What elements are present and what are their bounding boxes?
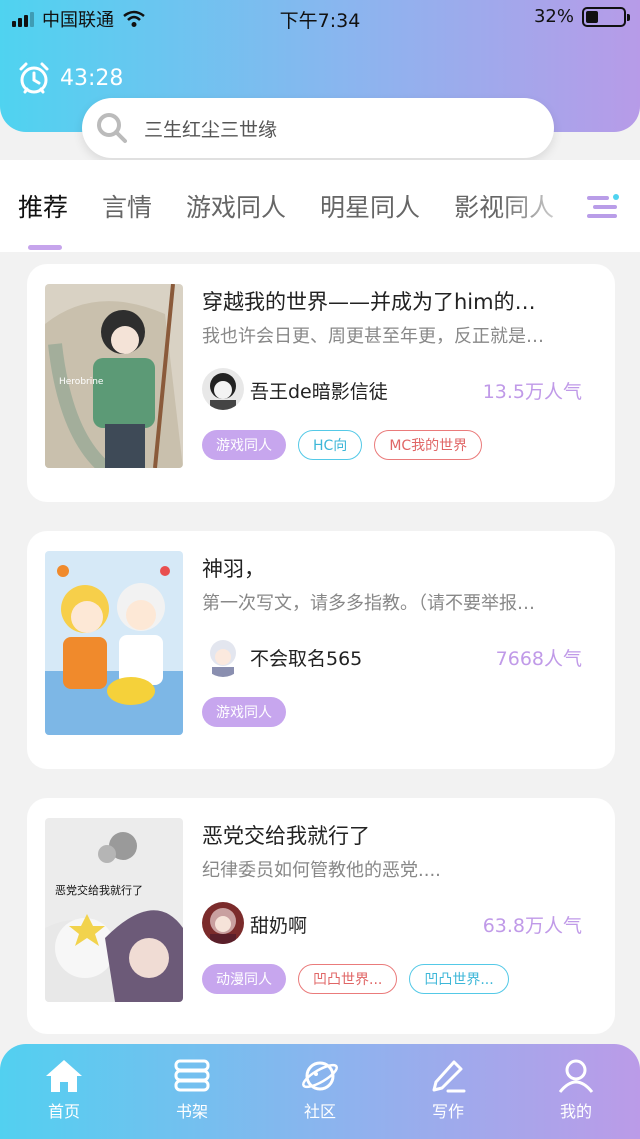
author-row: 吾王de暗影信徒 13.5万人气	[202, 368, 582, 410]
book-title: 恶党交给我就行了	[202, 824, 370, 848]
nav-profile[interactable]: 我的	[531, 1058, 621, 1122]
nav-label: 书架	[175, 1102, 208, 1121]
avatar[interactable]	[202, 635, 244, 677]
tag-chip[interactable]: 游戏同人	[202, 430, 286, 460]
bookshelf-icon	[174, 1059, 210, 1092]
tabs-fade	[500, 180, 580, 230]
tab-game-fanfic[interactable]: 游戏同人	[186, 188, 286, 224]
alarm-clock-icon	[19, 62, 49, 94]
book-card[interactable]: Herobrine 穿越我的世界——并成为了him的… 我也许会日更、周更甚至年…	[27, 264, 615, 502]
tag-chip[interactable]: 游戏同人	[202, 697, 286, 727]
book-description: 纪律委员如何管教他的恶党....	[202, 860, 441, 881]
nav-label: 写作	[431, 1102, 464, 1121]
popularity-count: 7668人气	[495, 648, 582, 670]
search-icon	[97, 113, 127, 143]
author-row: 甜奶啊 63.8万人气	[202, 902, 582, 944]
nav-write[interactable]: 写作	[403, 1058, 493, 1122]
avatar[interactable]	[202, 902, 244, 944]
search-bar[interactable]: 三生红尘三世缘	[82, 98, 554, 158]
tag-chip[interactable]: 凹凸世界...	[409, 964, 509, 994]
battery-percent: 32%	[533, 6, 574, 27]
category-tabs: 推荐 言情 游戏同人 明星同人 影视同人	[0, 160, 640, 252]
user-icon	[558, 1059, 594, 1093]
book-cover: 恶党交给我就行了	[45, 818, 183, 1002]
avatar[interactable]	[202, 368, 244, 410]
reading-timer[interactable]: 43:28	[16, 60, 123, 96]
timer-value: 43:28	[60, 65, 124, 91]
pen-icon	[432, 1060, 466, 1093]
tag-chip[interactable]: HC向	[298, 430, 363, 460]
active-tab-indicator	[28, 245, 62, 250]
author-name[interactable]: 甜奶啊	[250, 911, 307, 938]
author-row: 不会取名565 7668人气	[202, 635, 582, 677]
bottom-tab-bar: 首页 书架 社区 写作 我的	[0, 1044, 640, 1139]
cover-caption: Herobrine	[59, 377, 104, 387]
author-name[interactable]: 吾王de暗影信徒	[250, 377, 388, 404]
home-icon	[46, 1060, 82, 1092]
book-cover	[45, 551, 183, 735]
category-menu-icon[interactable]	[585, 192, 621, 222]
cover-caption: 恶党交给我就行了	[55, 883, 143, 897]
tag-chip[interactable]: 凹凸世界...	[298, 964, 398, 994]
book-cover: Herobrine	[45, 284, 183, 468]
book-description: 第一次写文，请多多指教。（请不要举报…	[202, 593, 535, 614]
book-title: 神羽，	[202, 557, 265, 581]
planet-icon	[302, 1061, 338, 1091]
tab-romance[interactable]: 言情	[102, 188, 152, 224]
tag-chip[interactable]: MC我的世界	[374, 430, 483, 460]
tag-list: 动漫同人 凹凸世界... 凹凸世界...	[202, 964, 509, 994]
nav-home[interactable]: 首页	[19, 1058, 109, 1122]
status-bar: 中国联通 下午7:34 32%	[0, 0, 640, 36]
nav-label: 社区	[303, 1102, 336, 1121]
book-description: 我也许会日更、周更甚至年更，反正就是…	[202, 326, 544, 347]
book-card[interactable]: 神羽， 第一次写文，请多多指教。（请不要举报… 不会取名565 7668人气 游…	[27, 531, 615, 769]
tab-recommend[interactable]: 推荐	[18, 188, 68, 224]
nav-bookshelf[interactable]: 书架	[147, 1058, 237, 1122]
battery-icon	[582, 6, 630, 27]
search-placeholder: 三生红尘三世缘	[144, 118, 278, 141]
popularity-count: 13.5万人气	[482, 381, 582, 403]
nav-label: 首页	[47, 1102, 80, 1121]
nav-community[interactable]: 社区	[275, 1058, 365, 1122]
tag-chip[interactable]: 动漫同人	[202, 964, 286, 994]
book-title: 穿越我的世界——并成为了him的…	[202, 290, 536, 314]
tab-celebrity-fanfic[interactable]: 明星同人	[320, 188, 420, 224]
nav-label: 我的	[559, 1102, 592, 1121]
book-card[interactable]: 恶党交给我就行了 恶党交给我就行了 纪律委员如何管教他的恶党.... 甜奶啊 6…	[27, 798, 615, 1034]
popularity-count: 63.8万人气	[482, 915, 582, 937]
tag-list: 游戏同人 HC向 MC我的世界	[202, 430, 483, 460]
tag-list: 游戏同人	[202, 697, 286, 727]
author-name[interactable]: 不会取名565	[250, 644, 362, 671]
